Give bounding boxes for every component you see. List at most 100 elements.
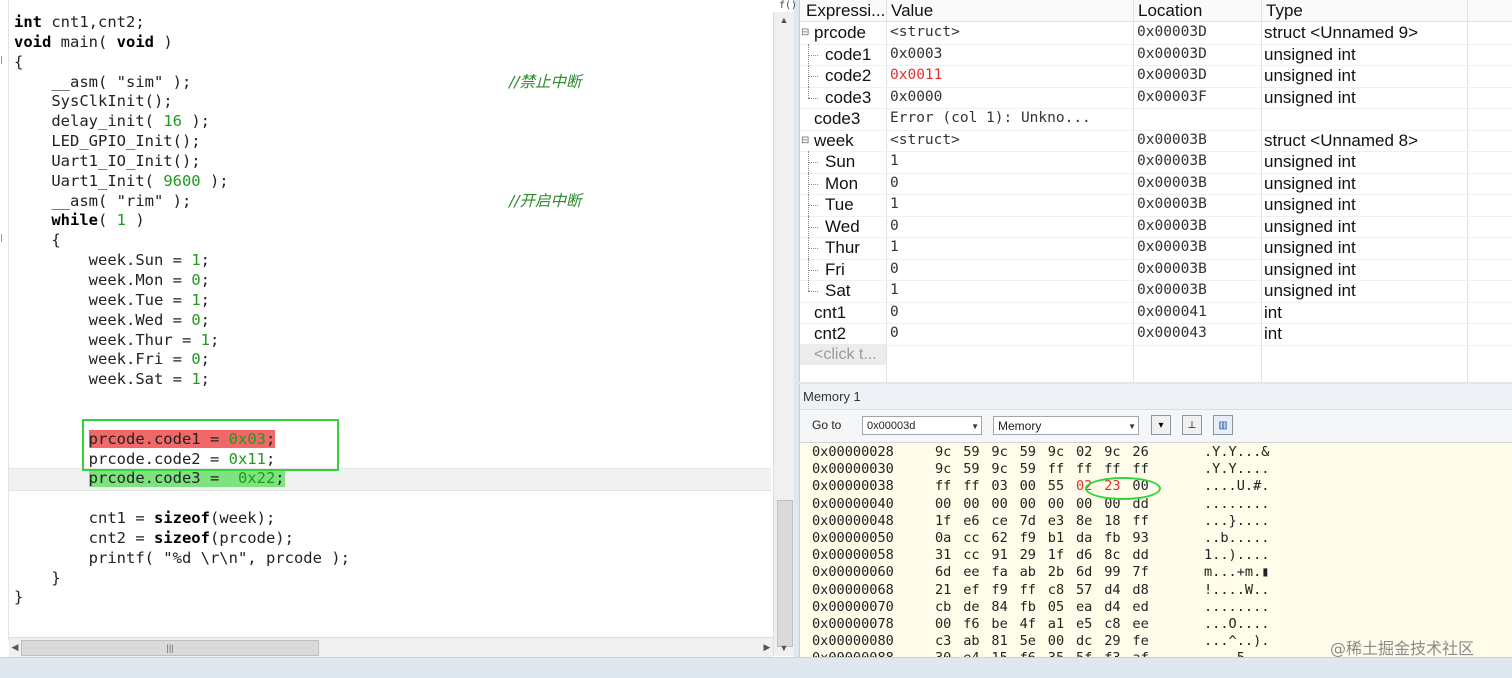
scroll-right-icon[interactable]: ▶: [761, 638, 773, 657]
memory-byte[interactable]: 55: [1048, 478, 1064, 495]
memory-byte[interactable]: e6: [963, 513, 979, 530]
memory-byte[interactable]: 9c: [1048, 444, 1064, 461]
memory-byte[interactable]: 59: [1020, 461, 1036, 478]
code-line[interactable]: week.Tue = 1;: [14, 291, 770, 311]
watch-row[interactable]: Sat 1 0x00003B unsigned int: [800, 280, 1512, 303]
memory-window[interactable]: Memory 1 Go to 0x00003d ▼ Memory ▼ ▾ ⊥ ▥…: [799, 384, 1512, 658]
memory-byte[interactable]: d6: [1076, 547, 1092, 564]
memory-byte[interactable]: 0a: [935, 530, 951, 547]
watch-expression[interactable]: code1: [825, 44, 871, 66]
watch-row[interactable]: cnt1 0 0x000041 int: [800, 302, 1512, 324]
column-header-type[interactable]: Type: [1266, 0, 1303, 21]
memory-row[interactable]: 0x00000070 cb de 84 fb 05 ea d4 ed........: [812, 599, 1332, 616]
code-line[interactable]: __asm( "rim" ); //开启中断: [14, 192, 770, 212]
memory-byte[interactable]: cc: [963, 530, 979, 547]
memory-byte[interactable]: fe: [1132, 633, 1148, 650]
memory-byte[interactable]: a1: [1048, 616, 1064, 633]
watch-expression[interactable]: cnt1: [814, 302, 846, 324]
watch-value[interactable]: 0: [890, 173, 899, 195]
memory-byte[interactable]: f6: [963, 616, 979, 633]
memory-byte[interactable]: 15: [991, 650, 1007, 657]
memory-byte[interactable]: ff: [1132, 513, 1148, 530]
code-line[interactable]: week.Mon = 0;: [14, 271, 770, 291]
memory-byte[interactable]: e3: [1048, 513, 1064, 530]
memory-byte[interactable]: f9: [991, 582, 1007, 599]
watch-value[interactable]: 0: [890, 216, 899, 238]
memory-byte[interactable]: be: [991, 616, 1007, 633]
scroll-up-icon[interactable]: ▲: [774, 12, 794, 28]
memory-byte[interactable]: de: [963, 599, 979, 616]
memory-byte[interactable]: 00: [935, 616, 951, 633]
memory-byte[interactable]: ab: [963, 633, 979, 650]
memory-byte[interactable]: 59: [1020, 444, 1036, 461]
scroll-down-icon[interactable]: ▼: [774, 640, 794, 656]
watch-value[interactable]: <struct>: [890, 130, 960, 152]
watch-row[interactable]: Tue 1 0x00003B unsigned int: [800, 194, 1512, 217]
memory-byte[interactable]: da: [1076, 530, 1092, 547]
column-header-value[interactable]: Value: [891, 0, 933, 21]
memory-row[interactable]: 0x00000060 6d ee fa ab 2b 6d 99 7f m...+m.▮: [812, 564, 1332, 581]
watch-expression[interactable]: week: [814, 130, 854, 152]
code-line[interactable]: printf( "%d \r\n", prcode );: [14, 549, 770, 569]
memory-byte[interactable]: 35: [1048, 650, 1064, 657]
watch-row[interactable]: code3 0x0000 0x00003F unsigned int: [800, 86, 1512, 109]
memory-byte[interactable]: 81: [991, 633, 1007, 650]
memory-row[interactable]: 0x00000088 30 e4 15 f6 35 5f f3 af ....5...: [812, 650, 1332, 657]
watch-expression[interactable]: code3: [825, 87, 871, 109]
code-line[interactable]: [14, 390, 770, 410]
memory-byte[interactable]: ff: [1048, 461, 1064, 478]
watch-value[interactable]: 1: [890, 280, 899, 302]
watch-value[interactable]: 0: [890, 302, 899, 324]
memory-byte[interactable]: e5: [1076, 616, 1092, 633]
memory-byte[interactable]: fa: [991, 564, 1007, 581]
collapse-icon[interactable]: ⊟: [801, 22, 809, 44]
add-watch-row[interactable]: <click t...: [800, 344, 886, 365]
watch-value[interactable]: 0x0000: [890, 87, 942, 109]
code-line[interactable]: cnt1 = sizeof(week);: [14, 509, 770, 529]
code-line[interactable]: Uart1_Init( 9600 );: [14, 172, 770, 192]
watch-expression[interactable]: Wed: [825, 216, 860, 238]
horizontal-scrollbar[interactable]: ◀ ||| ▶: [9, 637, 773, 657]
code-line[interactable]: cnt2 = sizeof(prcode);: [14, 529, 770, 549]
watch-value[interactable]: 0: [890, 259, 899, 281]
memory-row[interactable]: 0x00000048 1f e6 ce 7d e3 8e 18 ff...}....: [812, 513, 1332, 530]
memory-byte[interactable]: 9c: [1104, 444, 1120, 461]
column-header-expression[interactable]: Expressi...: [806, 0, 885, 21]
memory-row[interactable]: 0x00000050 0a cc 62 f9 b1 da fb 93 ..b.....: [812, 530, 1332, 547]
memory-byte[interactable]: 00: [935, 496, 951, 513]
code-line[interactable]: SysClkInit();: [14, 92, 770, 112]
watch-value[interactable]: Error (col 1): Unkno...: [890, 108, 1091, 130]
memory-byte[interactable]: 03: [991, 478, 1007, 495]
code-line[interactable]: }: [14, 569, 770, 589]
memory-byte[interactable]: ef: [963, 582, 979, 599]
memory-byte[interactable]: 9c: [935, 444, 951, 461]
code-line[interactable]: week.Wed = 0;: [14, 311, 770, 331]
memory-byte[interactable]: 05: [1048, 599, 1064, 616]
watch-value[interactable]: <struct>: [890, 22, 960, 44]
watch-row[interactable]: code2 0x0011 0x00003D unsigned int: [800, 65, 1512, 88]
watch-value[interactable]: 0x0011: [890, 65, 942, 87]
memory-byte[interactable]: ff: [1020, 582, 1036, 599]
memory-byte[interactable]: 6d: [935, 564, 951, 581]
memory-row[interactable]: 0x00000040 00 00 00 00 00 00 00 dd........: [812, 496, 1332, 513]
watch-row[interactable]: code3 Error (col 1): Unkno...: [800, 108, 1512, 131]
chevron-down-icon[interactable]: ▼: [1128, 417, 1136, 436]
chevron-down-icon[interactable]: ▼: [971, 417, 979, 436]
code-line[interactable]: week.Sat = 1;: [14, 370, 770, 390]
memory-byte[interactable]: f9: [1020, 530, 1036, 547]
watch-expression[interactable]: code2: [825, 65, 871, 87]
code-line[interactable]: }: [14, 588, 770, 608]
watch-expression[interactable]: Sun: [825, 151, 855, 173]
memory-byte[interactable]: ea: [1076, 599, 1092, 616]
memory-byte[interactable]: ee: [1132, 616, 1148, 633]
live-update-button[interactable]: ⊥: [1182, 415, 1202, 435]
watch-expression[interactable]: Mon: [825, 173, 858, 195]
memory-byte[interactable]: 00: [1020, 496, 1036, 513]
memory-byte[interactable]: 29: [1104, 633, 1120, 650]
memory-byte[interactable]: 5f: [1076, 650, 1092, 657]
scroll-left-icon[interactable]: ◀: [9, 638, 21, 657]
column-header-location[interactable]: Location: [1138, 0, 1202, 21]
memory-byte[interactable]: 6d: [1076, 564, 1092, 581]
watch-row[interactable]: code1 0x0003 0x00003D unsigned int: [800, 43, 1512, 66]
watch-row[interactable]: Wed 0 0x00003B unsigned int: [800, 215, 1512, 238]
